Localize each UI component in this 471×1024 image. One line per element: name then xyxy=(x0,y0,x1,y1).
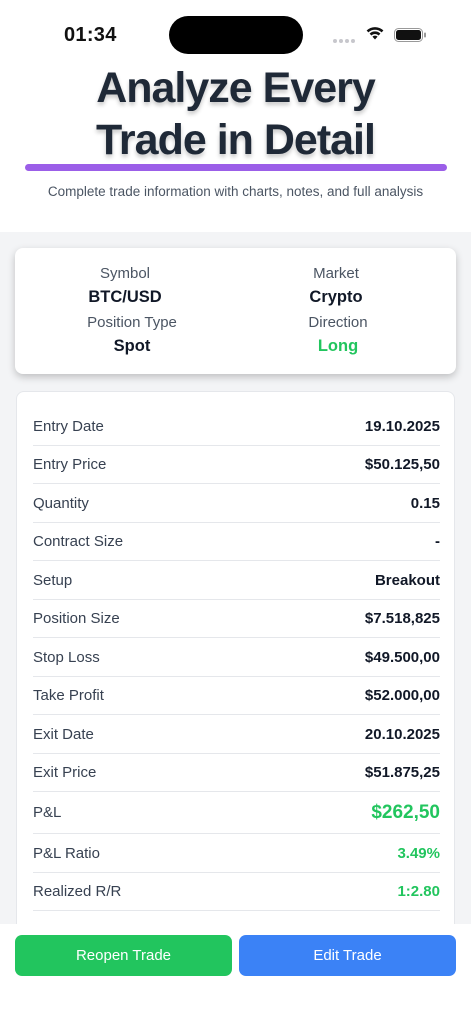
detail-label: Exit Date xyxy=(33,725,94,743)
hero-accent-underline xyxy=(25,164,447,171)
trade-summary-card: Symbol BTC/USD Market Crypto Position Ty… xyxy=(15,248,456,374)
detail-value: $7.518,825 xyxy=(364,610,440,627)
direction-label: Direction xyxy=(308,314,368,331)
detail-label: P&L xyxy=(33,804,62,821)
detail-label: Entry Date xyxy=(33,417,104,435)
detail-value: - xyxy=(435,533,440,550)
symbol-value: BTC/USD xyxy=(88,288,162,306)
status-time: 01:34 xyxy=(64,24,117,46)
symbol-field: Symbol BTC/USD xyxy=(15,265,235,307)
detail-row-exit-price: Exit Price $51.875,25 xyxy=(33,754,440,792)
detail-row-take-profit: Take Profit $52.000,00 xyxy=(33,677,440,715)
detail-value: 20.10.2025 xyxy=(364,725,440,743)
detail-label: Exit Price xyxy=(33,764,97,781)
detail-row-pnl: P&L $262,50 xyxy=(33,792,440,834)
detail-row-pnl-ratio: P&L Ratio 3.49% xyxy=(33,834,440,873)
detail-row-exit-date: Exit Date 20.10.2025 xyxy=(33,715,440,754)
detail-row-quantity: Quantity 0.15 xyxy=(33,484,440,523)
hero-title-line-2: Trade in Detail xyxy=(96,116,376,164)
hero-title-line-1: Analyze Every xyxy=(96,64,376,112)
realized-rr-value: 1:2.80 xyxy=(397,883,440,900)
detail-label: Entry Price xyxy=(33,456,107,473)
detail-value: 19.10.2025 xyxy=(364,417,440,435)
detail-value: Breakout xyxy=(374,571,440,589)
wifi-icon xyxy=(366,27,384,40)
detail-label: Setup xyxy=(33,571,73,589)
detail-row-position-size: Position Size $7.518,825 xyxy=(33,600,440,638)
pnl-ratio-value: 3.49% xyxy=(397,844,440,862)
direction-field: Direction Long xyxy=(228,314,448,356)
hero-subtitle: Complete trade information with charts, … xyxy=(47,184,424,199)
position-type-field: Position Type Spot xyxy=(22,314,242,356)
detail-value: 0.15 xyxy=(410,494,440,512)
battery-icon xyxy=(394,28,426,42)
detail-label: Position Size xyxy=(33,610,120,627)
trade-details-card: Entry Date 19.10.2025 Entry Price $50.12… xyxy=(16,391,455,951)
hero-header: Analyze Every Trade in Detail xyxy=(0,62,471,166)
detail-value: $49.500,00 xyxy=(364,648,440,666)
position-type-value: Spot xyxy=(113,337,151,355)
detail-value: $52.000,00 xyxy=(364,687,440,704)
detail-label: Contract Size xyxy=(33,533,124,550)
detail-row-entry-date: Entry Date 19.10.2025 xyxy=(33,407,440,446)
detail-row-entry-price: Entry Price $50.125,50 xyxy=(33,446,440,484)
reopen-trade-button[interactable]: Reopen Trade xyxy=(15,935,232,976)
detail-label: Stop Loss xyxy=(33,648,100,666)
detail-row-realized-rr: Realized R/R 1:2.80 xyxy=(33,873,440,911)
market-label: Market xyxy=(313,265,359,282)
symbol-label: Symbol xyxy=(99,265,151,282)
detail-value: $51.875,25 xyxy=(364,764,440,781)
market-field: Market Crypto xyxy=(226,265,446,307)
position-type-label: Position Type xyxy=(87,314,177,331)
detail-label: P&L Ratio xyxy=(33,844,100,862)
detail-row-stop-loss: Stop Loss $49.500,00 xyxy=(33,638,440,677)
detail-label: Realized R/R xyxy=(33,883,122,900)
dynamic-island xyxy=(169,16,303,54)
detail-value: $50.125,50 xyxy=(364,456,440,473)
edit-trade-button[interactable]: Edit Trade xyxy=(239,935,456,976)
detail-row-setup: Setup Breakout xyxy=(33,561,440,600)
status-bar: 01:34 xyxy=(0,0,471,70)
cellular-signal-icon xyxy=(333,39,355,43)
detail-label: Quantity xyxy=(33,494,89,512)
detail-row-contract-size: Contract Size - xyxy=(33,523,440,561)
pnl-value: $262,50 xyxy=(371,801,440,823)
detail-label: Take Profit xyxy=(33,687,104,704)
market-value: Crypto xyxy=(309,288,363,306)
direction-value: Long xyxy=(317,337,359,355)
